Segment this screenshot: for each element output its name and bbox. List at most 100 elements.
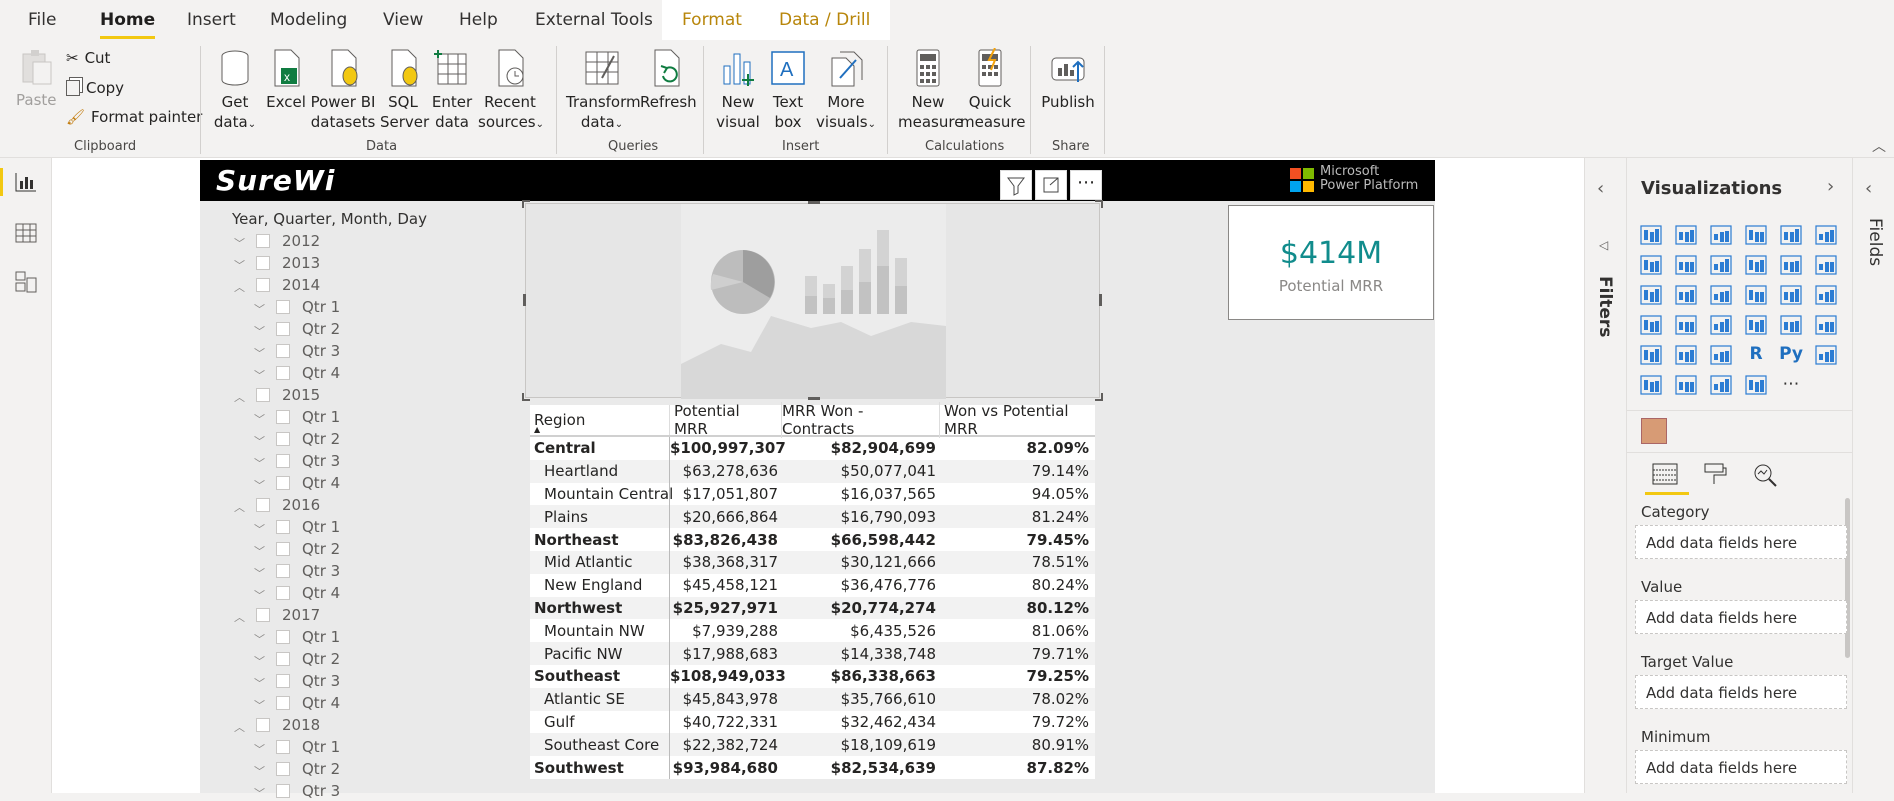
tab-insert[interactable]: Insert <box>187 10 236 30</box>
checkbox[interactable] <box>276 322 290 336</box>
table-row[interactable]: Gulf $40,722,331 $32,462,434 79.72% <box>530 710 1095 734</box>
checkbox[interactable] <box>276 674 290 688</box>
checkbox[interactable] <box>276 454 290 468</box>
checkbox[interactable] <box>276 366 290 380</box>
transform-data-button[interactable]: Transform data⌄ <box>566 48 641 135</box>
more-options-button[interactable]: ⋯ <box>1070 170 1102 200</box>
filter-visual-button[interactable] <box>1000 170 1032 200</box>
checkbox[interactable] <box>276 410 290 424</box>
slicer-year-item[interactable]: ︿ 2018 <box>234 715 320 735</box>
custom-visual-icon[interactable] <box>1641 418 1667 444</box>
gauge-icon[interactable] <box>1709 314 1733 336</box>
publish-button[interactable]: Publish <box>1040 48 1096 112</box>
kpi-card[interactable]: $414M Potential MRR <box>1228 205 1434 320</box>
filled-map-icon[interactable] <box>1674 314 1698 336</box>
checkbox[interactable] <box>256 278 270 292</box>
chevron-down-icon[interactable]: ﹀ <box>254 543 266 558</box>
collapse-filters-icon[interactable]: ‹ <box>1597 178 1604 199</box>
slicer-quarter-item[interactable]: ﹀ Qtr 3 <box>254 451 340 471</box>
stacked-bar-chart-icon[interactable] <box>1639 224 1663 246</box>
line-chart-icon[interactable] <box>1639 254 1663 276</box>
table-row[interactable]: Pacific NW $17,988,683 $14,338,748 79.71% <box>530 642 1095 665</box>
chevron-down-icon[interactable]: ﹀ <box>254 565 266 580</box>
checkbox[interactable] <box>256 388 270 402</box>
chevron-down-icon[interactable]: ﹀ <box>254 301 266 316</box>
slicer-quarter-item[interactable]: ﹀ Qtr 1 <box>254 737 340 757</box>
slicer-year-item[interactable]: ﹀ 2013 <box>234 253 320 273</box>
slicer-year-item[interactable]: ︿ 2016 <box>234 495 320 515</box>
table-row[interactable]: Heartland $63,278,636 $50,077,041 79.14% <box>530 459 1095 483</box>
slicer-quarter-item[interactable]: ﹀ Qtr 2 <box>254 759 340 779</box>
pie-chart-icon[interactable] <box>1744 284 1768 306</box>
slicer-quarter-item[interactable]: ﹀ Qtr 2 <box>254 429 340 449</box>
fields-tab-icon[interactable] <box>1651 462 1679 488</box>
slicer-quarter-item[interactable]: ﹀ Qtr 2 <box>254 649 340 669</box>
chevron-up-icon[interactable]: ︿ <box>234 719 246 734</box>
slicer-quarter-item[interactable]: ﹀ Qtr 3 <box>254 781 340 801</box>
field-drop-zone[interactable]: Add data fields here <box>1635 750 1847 784</box>
table-row[interactable]: New England $45,458,121 $36,476,776 80.24% <box>530 573 1095 597</box>
checkbox[interactable] <box>276 762 290 776</box>
chevron-down-icon[interactable]: ﹀ <box>254 521 266 536</box>
slicer-quarter-item[interactable]: ﹀ Qtr 1 <box>254 627 340 647</box>
power-bi-datasets-button[interactable]: Power BI datasets <box>310 48 376 132</box>
resize-handle[interactable] <box>1095 200 1103 208</box>
slicer-quarter-item[interactable]: ﹀ Qtr 3 <box>254 671 340 691</box>
kpi-icon[interactable] <box>1814 314 1838 336</box>
resize-handle[interactable] <box>1095 393 1103 401</box>
stacked-column-chart-icon[interactable] <box>1674 224 1698 246</box>
chevron-up-icon[interactable]: ︿ <box>234 609 246 624</box>
card-icon[interactable] <box>1744 314 1768 336</box>
checkbox[interactable] <box>256 234 270 248</box>
resize-handle[interactable] <box>522 393 530 401</box>
checkbox[interactable] <box>276 520 290 534</box>
checkbox[interactable] <box>276 432 290 446</box>
slicer-quarter-item[interactable]: ﹀ Qtr 1 <box>254 297 340 317</box>
checkbox[interactable] <box>276 740 290 754</box>
slicer-quarter-item[interactable]: ﹀ Qtr 4 <box>254 693 340 713</box>
more-visuals-icon[interactable]: ⋯ <box>1779 374 1803 396</box>
map-icon[interactable] <box>1639 314 1663 336</box>
checkbox[interactable] <box>276 476 290 490</box>
table-row[interactable]: Southwest $93,984,680 $82,534,639 87.82% <box>530 756 1095 779</box>
line-stacked-column-icon[interactable] <box>1779 254 1803 276</box>
col-header-won-vs-potential[interactable]: Won vs Potential MRR <box>940 402 1095 438</box>
ribbon-chart-icon[interactable] <box>1814 254 1838 276</box>
slicer-year-item[interactable]: ﹀ 2012 <box>234 231 320 251</box>
more-visuals-button[interactable]: More visuals⌄ <box>812 48 880 135</box>
report-view-icon[interactable] <box>15 172 37 192</box>
key-influencers-icon[interactable] <box>1814 344 1838 366</box>
resize-handle[interactable] <box>522 200 530 208</box>
field-drop-zone[interactable]: Add data fields here <box>1635 525 1847 559</box>
qa-icon[interactable] <box>1674 374 1698 396</box>
collapse-fields-icon[interactable]: ‹ <box>1865 178 1872 199</box>
model-view-icon[interactable] <box>15 271 37 293</box>
chevron-down-icon[interactable]: ﹀ <box>254 653 266 668</box>
multi-row-card-icon[interactable] <box>1779 314 1803 336</box>
table-row[interactable]: Mid Atlantic $38,368,317 $30,121,666 78.51% <box>530 550 1095 574</box>
chevron-down-icon[interactable]: ﹀ <box>254 345 266 360</box>
chevron-down-icon[interactable]: ﹀ <box>254 741 266 756</box>
checkbox[interactable] <box>276 652 290 666</box>
recent-sources-button[interactable]: Recent sources⌄ <box>478 48 544 135</box>
cut-button[interactable]: ✂ Cut <box>66 49 110 67</box>
col-header-region[interactable]: Region ▲ <box>530 405 670 435</box>
clustered-bar-chart-icon[interactable] <box>1709 224 1733 246</box>
fields-tab[interactable]: Fields <box>1861 218 1887 318</box>
new-measure-button[interactable]: New measure <box>898 48 963 132</box>
chevron-up-icon[interactable]: ︿ <box>234 389 246 404</box>
slicer-quarter-item[interactable]: ﹀ Qtr 3 <box>254 341 340 361</box>
smart-narrative-icon[interactable] <box>1709 374 1733 396</box>
tab-data-drill[interactable]: Data / Drill <box>759 0 891 40</box>
format-paint-roller-icon[interactable] <box>1701 462 1729 488</box>
slicer-quarter-item[interactable]: ﹀ Qtr 1 <box>254 407 340 427</box>
checkbox[interactable] <box>276 542 290 556</box>
checkbox[interactable] <box>276 300 290 314</box>
chevron-down-icon[interactable]: ﹀ <box>254 763 266 778</box>
chevron-down-icon[interactable]: ﹀ <box>254 631 266 646</box>
checkbox[interactable] <box>276 586 290 600</box>
excel-button[interactable]: x Excel <box>266 48 306 112</box>
table-row[interactable]: Atlantic SE $45,843,978 $35,766,610 78.02% <box>530 687 1095 711</box>
r-visual-icon[interactable]: R <box>1744 344 1768 366</box>
resize-handle[interactable] <box>808 397 820 400</box>
